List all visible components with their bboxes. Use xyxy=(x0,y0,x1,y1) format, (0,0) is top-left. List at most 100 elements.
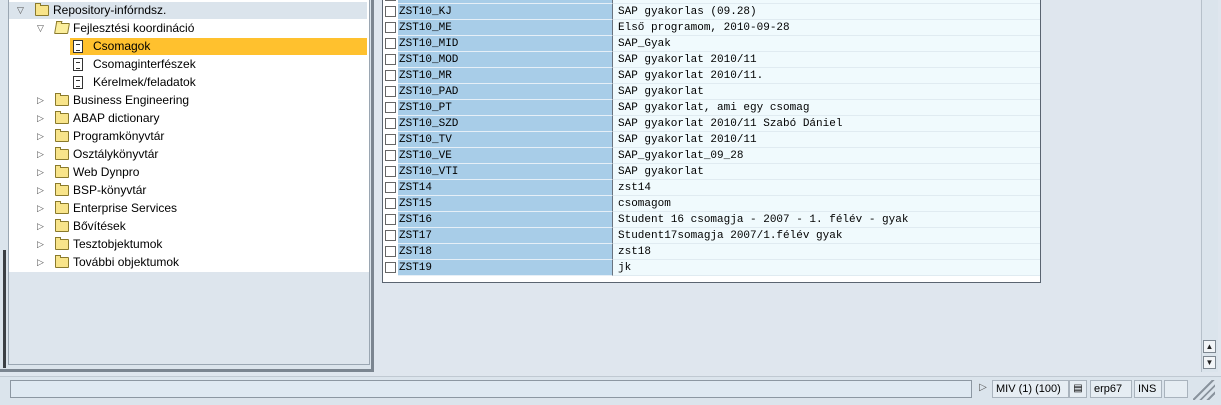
package-name-cell[interactable]: ZST10_VTI xyxy=(398,164,612,180)
package-name-cell[interactable]: ZST10_PAD xyxy=(398,84,612,100)
expand-icon[interactable]: ▷ xyxy=(36,186,45,195)
tree-node-fejlesztesi-koordinacio[interactable]: ▽ Fejlesztési koordináció xyxy=(9,20,367,37)
package-name-cell[interactable]: ZST18 xyxy=(398,244,612,260)
row-checkbox[interactable] xyxy=(385,182,396,193)
package-name-cell[interactable]: ZST10_PT xyxy=(398,100,612,116)
package-description-cell: zst14 xyxy=(612,180,1040,196)
scroll-up-icon[interactable]: ▲ xyxy=(1203,340,1216,353)
tree-node-csomaginterfeszek[interactable]: Csomaginterfészek xyxy=(9,56,367,73)
tree-node-web-dynpro[interactable]: ▷ Web Dynpro xyxy=(9,164,367,181)
row-checkbox[interactable] xyxy=(385,246,396,257)
table-row[interactable]: ZST10_SZD SAP gyakorlat 2010/11 Szabó Dá… xyxy=(383,116,1040,132)
package-name-cell[interactable]: ZST10_TV xyxy=(398,132,612,148)
table-row[interactable]: ZST10_VE SAP_gyakorlat_09_28 xyxy=(383,148,1040,164)
row-checkbox[interactable] xyxy=(385,150,396,161)
collapse-icon[interactable]: ▽ xyxy=(36,24,45,33)
resize-grip-icon[interactable] xyxy=(1193,380,1215,400)
tree-node-bovitesek[interactable]: ▷ Bővítések xyxy=(9,218,367,235)
table-row[interactable]: ZST10_MR SAP gyakorlat 2010/11. xyxy=(383,68,1040,84)
package-name-cell[interactable]: ZST10_ME xyxy=(398,20,612,36)
row-checkbox[interactable] xyxy=(385,166,396,177)
row-checkbox[interactable] xyxy=(385,38,396,49)
table-row[interactable]: ZST10_ME Első programom, 2010-09-28 xyxy=(383,20,1040,36)
expand-icon[interactable]: ▷ xyxy=(36,204,45,213)
play-triangle-icon[interactable]: ▷ xyxy=(975,380,991,398)
package-name-cell[interactable]: ZST10_MR xyxy=(398,68,612,84)
row-checkbox[interactable] xyxy=(385,6,396,17)
package-name-cell[interactable]: ZST14 xyxy=(398,180,612,196)
tree-node-label: Repository-infórndsz. xyxy=(53,3,167,17)
row-checkbox[interactable] xyxy=(385,0,396,1)
package-description-cell: zst18 xyxy=(612,244,1040,260)
vertical-scrollbar[interactable]: ▲ ▼ xyxy=(1201,0,1218,372)
tree-node-repository[interactable]: ▽ Repository-infórndsz. xyxy=(9,2,367,19)
table-row[interactable]: ZST10_KJ SAP gyakorlas (09.28) xyxy=(383,4,1040,20)
row-checkbox[interactable] xyxy=(385,134,396,145)
panel-splitter[interactable] xyxy=(3,250,6,368)
package-name-cell[interactable]: ZST10_KJ xyxy=(398,4,612,20)
expand-icon[interactable]: ▷ xyxy=(36,150,45,159)
tree-node-programkonyvtar[interactable]: ▷ Programkönyvtár xyxy=(9,128,367,145)
package-name-cell[interactable]: ZST15 xyxy=(398,196,612,212)
row-checkbox[interactable] xyxy=(385,198,396,209)
row-checkbox[interactable] xyxy=(385,54,396,65)
folder-icon xyxy=(55,255,69,268)
document-icon xyxy=(73,40,83,53)
table-row[interactable]: ZST15 csomagom xyxy=(383,196,1040,212)
tree-node-abap-dictionary[interactable]: ▷ ABAP dictionary xyxy=(9,110,367,127)
session-list-icon[interactable]: ▤ xyxy=(1069,380,1087,398)
document-icon xyxy=(73,58,83,71)
table-row[interactable]: ZST10_MID SAP_Gyak xyxy=(383,36,1040,52)
folder-icon xyxy=(55,111,69,124)
tree-node-tesztobjektumok[interactable]: ▷ Tesztobjektumok xyxy=(9,236,367,253)
system-info-field[interactable]: MIV (1) (100) xyxy=(992,380,1069,398)
expand-icon[interactable]: ▷ xyxy=(36,132,45,141)
package-name-cell[interactable]: ZST10_MID xyxy=(398,36,612,52)
tree-node-enterprise-services[interactable]: ▷ Enterprise Services xyxy=(9,200,367,217)
table-row[interactable]: ZST19 jk xyxy=(383,260,1040,276)
package-name-cell[interactable]: ZST17 xyxy=(398,228,612,244)
table-row[interactable]: ZST10_PAD SAP gyakorlat xyxy=(383,84,1040,100)
tree-node-tovabbi-objektumok[interactable]: ▷ További objektumok xyxy=(9,254,367,271)
tree-node-kerelmek[interactable]: Kérelmek/feladatok xyxy=(9,74,367,91)
row-checkbox[interactable] xyxy=(385,262,396,273)
row-checkbox[interactable] xyxy=(385,102,396,113)
collapse-icon[interactable]: ▽ xyxy=(16,6,25,15)
insert-mode-field[interactable]: INS xyxy=(1134,380,1162,398)
expand-icon[interactable]: ▷ xyxy=(36,114,45,123)
table-row[interactable]: ZST17 Student17somagja 2007/1.félév gyak xyxy=(383,228,1040,244)
row-checkbox[interactable] xyxy=(385,86,396,97)
row-checkbox[interactable] xyxy=(385,230,396,241)
table-row[interactable]: ZST10_VTI SAP gyakorlat xyxy=(383,164,1040,180)
expand-icon[interactable]: ▷ xyxy=(36,258,45,267)
folder-icon xyxy=(55,165,69,178)
package-name-cell[interactable]: ZST10_MOD xyxy=(398,52,612,68)
table-row[interactable]: ZST10_MOD SAP gyakorlat 2010/11 xyxy=(383,52,1040,68)
expand-icon[interactable]: ▷ xyxy=(36,96,45,105)
tree-node-csomagok[interactable]: Csomagok xyxy=(9,38,367,55)
status-empty-field xyxy=(1164,380,1188,398)
table-row[interactable]: ZST16 Student 16 csomagja - 2007 - 1. fé… xyxy=(383,212,1040,228)
expand-icon[interactable]: ▷ xyxy=(36,222,45,231)
table-row[interactable]: ZST18 zst18 xyxy=(383,244,1040,260)
table-row[interactable]: ZST14 zst14 xyxy=(383,180,1040,196)
table-row[interactable]: ZST10_TV SAP gyakorlat 2010/11 xyxy=(383,132,1040,148)
tree-node-business-engineering[interactable]: ▷ Business Engineering xyxy=(9,92,367,109)
package-description-cell: SAP gyakorlat 2010/11 Szabó Dániel xyxy=(612,116,1040,132)
expand-icon[interactable]: ▷ xyxy=(36,240,45,249)
tree-node-osztalykonyvtar[interactable]: ▷ Osztálykönyvtár xyxy=(9,146,367,163)
expand-icon[interactable]: ▷ xyxy=(36,168,45,177)
folder-icon xyxy=(55,129,69,142)
table-row[interactable]: ZST10_PT SAP gyakorlat, ami egy csomag xyxy=(383,100,1040,116)
tree-node-label: Programkönyvtár xyxy=(73,129,165,143)
tree-node-bsp-konyvtar[interactable]: ▷ BSP-könyvtár xyxy=(9,182,367,199)
package-name-cell[interactable]: ZST19 xyxy=(398,260,612,276)
row-checkbox[interactable] xyxy=(385,214,396,225)
package-name-cell[interactable]: ZST10_SZD xyxy=(398,116,612,132)
package-name-cell[interactable]: ZST10_VE xyxy=(398,148,612,164)
row-checkbox[interactable] xyxy=(385,70,396,81)
package-name-cell[interactable]: ZST16 xyxy=(398,212,612,228)
row-checkbox[interactable] xyxy=(385,118,396,129)
row-checkbox[interactable] xyxy=(385,22,396,33)
scroll-down-icon[interactable]: ▼ xyxy=(1203,356,1216,369)
